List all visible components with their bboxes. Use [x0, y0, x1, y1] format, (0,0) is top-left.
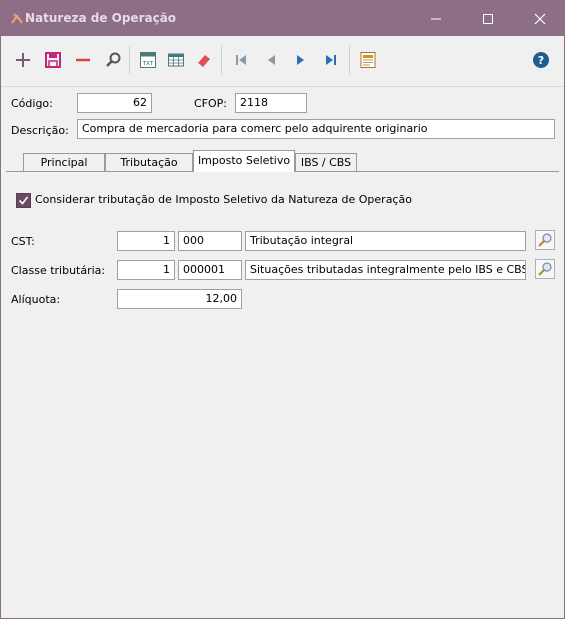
toolbar-separator — [349, 46, 350, 74]
search-icon — [106, 52, 121, 67]
tab-principal[interactable]: Principal — [23, 153, 105, 171]
txt-icon-label: TXT — [142, 61, 154, 67]
first-record-icon — [236, 55, 246, 65]
txt-export-icon: TXT — [140, 52, 156, 68]
minimize-icon — [430, 18, 441, 19]
codigo-label: Código: — [11, 97, 53, 110]
add-icon — [16, 53, 30, 67]
lookup-icon — [538, 233, 552, 247]
report-icon — [360, 52, 376, 68]
add-button[interactable] — [12, 49, 34, 71]
classe-code-field[interactable]: 000001 — [178, 260, 242, 280]
classe-lookup-button[interactable] — [535, 259, 555, 279]
next-record-button[interactable] — [290, 49, 312, 71]
cfop-label: CFOP: — [194, 97, 228, 110]
cst-label: CST: — [11, 235, 35, 248]
txt-export-button[interactable]: TXT — [137, 49, 159, 71]
close-icon — [534, 13, 545, 24]
eraser-icon — [198, 55, 210, 67]
maximize-button[interactable] — [465, 1, 510, 36]
first-record-button[interactable] — [230, 49, 252, 71]
previous-record-button[interactable] — [260, 49, 282, 71]
last-record-button[interactable] — [320, 49, 342, 71]
checkmark-icon — [18, 196, 29, 205]
search-button[interactable] — [102, 49, 124, 71]
title-bar[interactable]: Natureza de Operação — [1, 1, 564, 36]
tab-bar: Principal Tributação Imposto Seletivo IB… — [1, 147, 564, 173]
window-title: Natureza de Operação — [25, 11, 177, 25]
considerar-label: Considerar tributação de Imposto Seletiv… — [35, 193, 412, 206]
tab-imposto-seletivo[interactable]: Imposto Seletivo — [193, 150, 295, 172]
save-icon — [45, 52, 61, 68]
classe-label: Classe tributária: — [11, 264, 106, 277]
previous-record-icon — [268, 55, 275, 65]
app-icon — [9, 10, 25, 26]
report-button[interactable] — [357, 49, 379, 71]
descricao-field[interactable]: Compra de mercadoria para comerc pelo ad… — [77, 119, 555, 139]
cst-lookup-button[interactable] — [535, 230, 555, 250]
aliquota-field[interactable]: 12,00 — [117, 289, 242, 309]
cst-code-field[interactable]: 000 — [178, 231, 242, 251]
cfop-field[interactable]: 2118 — [235, 93, 307, 113]
save-button[interactable] — [42, 49, 64, 71]
maximize-icon — [482, 13, 493, 24]
help-icon-glyph: ? — [538, 54, 544, 67]
grid-icon — [168, 53, 184, 67]
toolbar-separator — [129, 46, 130, 74]
cst-num-field[interactable]: 1 — [117, 231, 175, 251]
considerar-checkbox[interactable] — [16, 193, 31, 208]
grid-button[interactable] — [165, 49, 187, 71]
minimize-button[interactable] — [413, 1, 458, 36]
imposto-seletivo-panel: Considerar tributação de Imposto Seletiv… — [6, 173, 559, 618]
help-icon: ? — [533, 52, 549, 68]
toolbar-separator — [221, 46, 222, 74]
tab-ibs-cbs[interactable]: IBS / CBS — [295, 153, 357, 171]
toolbar: TXT ? — [1, 36, 564, 87]
aliquota-label: Alíquota: — [11, 293, 61, 306]
next-record-icon — [297, 55, 304, 65]
lookup-icon — [538, 262, 552, 276]
delete-button[interactable] — [72, 49, 94, 71]
cst-desc-field: Tributação integral — [245, 231, 526, 251]
codigo-field[interactable]: 62 — [77, 93, 152, 113]
classe-num-field[interactable]: 1 — [117, 260, 175, 280]
window: Natureza de Operação TXT ? Código: 62 CF… — [0, 0, 565, 619]
last-record-icon — [326, 55, 336, 65]
delete-icon — [76, 58, 90, 62]
close-button[interactable] — [517, 1, 562, 36]
tab-tributacao[interactable]: Tributação — [105, 153, 193, 171]
classe-desc-field: Situações tributadas integralmente pelo … — [245, 260, 526, 280]
descricao-label: Descrição: — [11, 124, 69, 137]
eraser-button[interactable] — [193, 49, 215, 71]
help-button[interactable]: ? — [530, 49, 552, 71]
